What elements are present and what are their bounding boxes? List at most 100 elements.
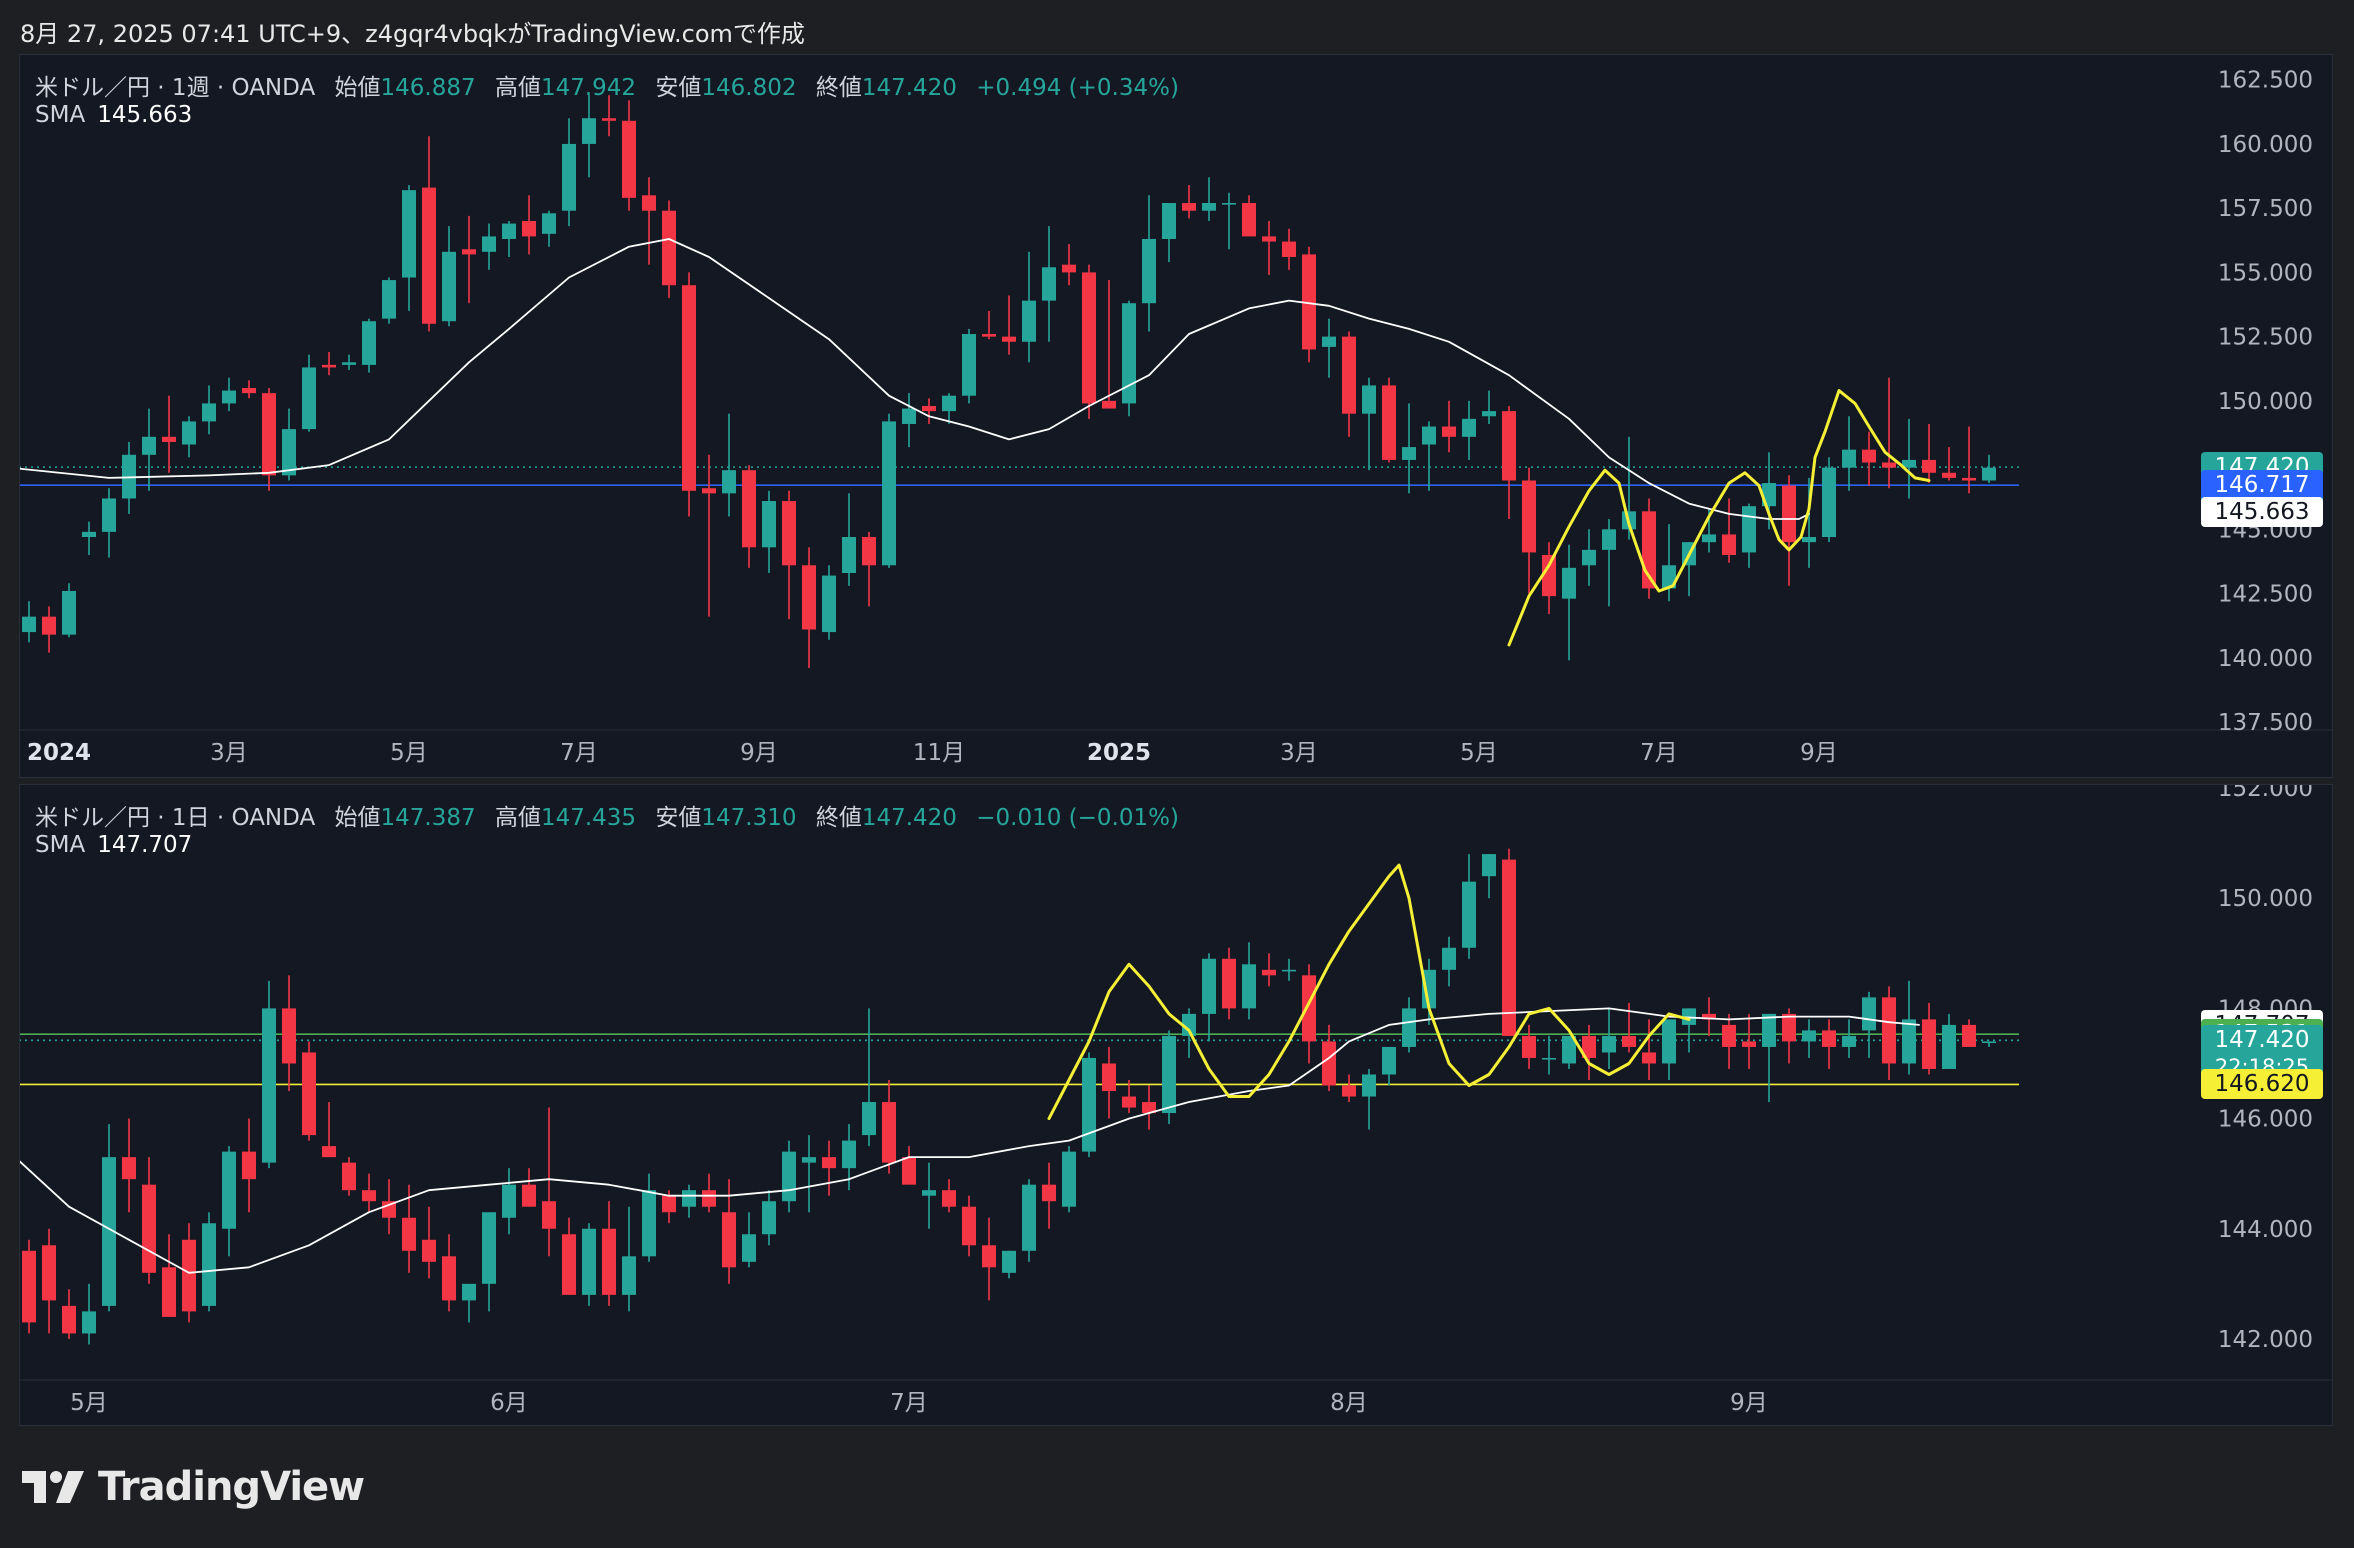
- weekly-chart-panel[interactable]: 137.500140.000142.500145.000147.500150.0…: [19, 54, 2333, 778]
- x-axis-tick-label: 9月: [740, 740, 778, 766]
- daily-sma-value: 147.707: [97, 832, 193, 858]
- candle-body: [1442, 947, 1456, 970]
- candle-body: [402, 190, 416, 278]
- candle-body: [422, 187, 436, 324]
- candle-body: [1102, 1063, 1116, 1092]
- sma-line: [19, 238, 1810, 520]
- candle-body: [62, 590, 76, 635]
- candle-body: [42, 1245, 56, 1301]
- candle-body: [1982, 467, 1996, 481]
- candle-body: [462, 1283, 476, 1301]
- daily-chart-panel[interactable]: 142.000144.000146.000148.000150.000152.0…: [19, 784, 2333, 1426]
- candle-body: [982, 334, 996, 337]
- candle-body: [1362, 1074, 1376, 1097]
- x-axis-tick-label: 9月: [1800, 740, 1838, 766]
- candle-body: [22, 616, 36, 633]
- candle-body: [1382, 385, 1396, 460]
- candle-body: [1402, 447, 1416, 460]
- candle-body: [682, 285, 696, 491]
- candle-body: [1502, 859, 1516, 1036]
- candle-body: [822, 575, 836, 633]
- candle-body: [962, 1206, 976, 1246]
- candle-body: [1362, 385, 1376, 414]
- candle-body: [182, 421, 196, 445]
- candle-body: [542, 1201, 556, 1229]
- candle-body: [1302, 975, 1316, 1042]
- weekly-close-label: 終値: [815, 75, 862, 101]
- weekly-legend: 米ドル／円 · 1週 · OANDA 始値146.887 高値147.942 安…: [35, 68, 1191, 102]
- candle-body: [842, 537, 856, 573]
- weekly-open-value: 146.887: [380, 75, 476, 101]
- candle-body: [1242, 203, 1256, 237]
- candle-body: [1402, 1008, 1416, 1047]
- candle-body: [522, 221, 536, 237]
- candle-body: [1622, 1035, 1636, 1047]
- x-axis-tick-label: 5月: [1460, 740, 1498, 766]
- price-tag-3: 146.620: [2201, 1069, 2323, 1100]
- candle-body: [1062, 1151, 1076, 1207]
- candle-body: [882, 421, 896, 566]
- candle-body: [602, 118, 616, 121]
- candle-body: [562, 1234, 576, 1295]
- candle-body: [482, 236, 496, 252]
- candle-body: [862, 537, 876, 566]
- candle-body: [762, 501, 776, 548]
- candle-body: [622, 120, 636, 198]
- candle-body: [782, 1151, 796, 1202]
- x-axis-tick-label: 6月: [490, 1390, 528, 1416]
- tradingview-logo[interactable]: TradingView: [22, 1464, 365, 1510]
- candle-body: [1722, 534, 1736, 555]
- candle-body: [62, 1305, 76, 1334]
- candle-body: [162, 436, 176, 442]
- candle-body: [362, 1190, 376, 1202]
- y-axis-tick-label: 140.000: [2218, 646, 2313, 672]
- candle-body: [282, 429, 296, 476]
- x-axis-tick-label: 8月: [1330, 1390, 1368, 1416]
- candle-body: [1342, 336, 1356, 414]
- candle-body: [1082, 1057, 1096, 1152]
- x-axis-tick-label: 3月: [210, 740, 248, 766]
- candle-body: [1782, 1013, 1796, 1042]
- weekly-chart-canvas[interactable]: 137.500140.000142.500145.000147.500150.0…: [19, 54, 2333, 778]
- candle-body: [622, 1256, 636, 1295]
- daily-open-label: 始値: [334, 805, 381, 831]
- candle-body: [1922, 459, 1936, 473]
- candle-body: [1162, 1035, 1176, 1114]
- candle-body: [942, 395, 956, 412]
- candle-body: [742, 1234, 756, 1262]
- candle-body: [22, 1250, 36, 1323]
- candles-group: [22, 95, 1996, 669]
- candle-body: [502, 1184, 516, 1218]
- candle-body: [442, 1256, 456, 1301]
- candle-body: [222, 390, 236, 404]
- candle-body: [1882, 997, 1896, 1064]
- candle-body: [1922, 1019, 1936, 1069]
- candle-body: [1602, 1035, 1616, 1053]
- daily-sma-legend[interactable]: SMA 147.707: [35, 832, 192, 858]
- candle-body: [282, 1008, 296, 1064]
- candle-body: [582, 118, 596, 144]
- daily-change: −0.010 (−0.01%): [976, 805, 1179, 831]
- y-axis-tick-label: 157.500: [2218, 196, 2313, 222]
- x-axis-tick-label: 11月: [913, 740, 965, 766]
- candle-body: [1202, 958, 1216, 1014]
- candle-body: [602, 1228, 616, 1295]
- candle-body: [1662, 1019, 1676, 1064]
- candle-body: [1222, 958, 1236, 1009]
- candle-body: [1262, 969, 1276, 976]
- daily-chart-canvas[interactable]: 142.000144.000146.000148.000150.000152.0…: [19, 784, 2333, 1426]
- candle-body: [902, 408, 916, 424]
- candle-body: [702, 1190, 716, 1207]
- y-axis-tick-label: 162.500: [2218, 68, 2313, 94]
- weekly-sma-legend[interactable]: SMA 145.663: [35, 102, 192, 128]
- candle-body: [922, 405, 936, 412]
- candle-body: [82, 1311, 96, 1334]
- candle-body: [582, 1228, 596, 1295]
- y-axis-tick-label: 152.000: [2218, 784, 2313, 802]
- candle-body: [1202, 203, 1216, 211]
- candle-body: [142, 1184, 156, 1273]
- trend-drawing-line: [1507, 389, 1931, 647]
- candle-body: [1742, 1041, 1756, 1047]
- weekly-high-value: 147.942: [540, 75, 637, 101]
- x-axis-tick-label: 7月: [890, 1390, 928, 1416]
